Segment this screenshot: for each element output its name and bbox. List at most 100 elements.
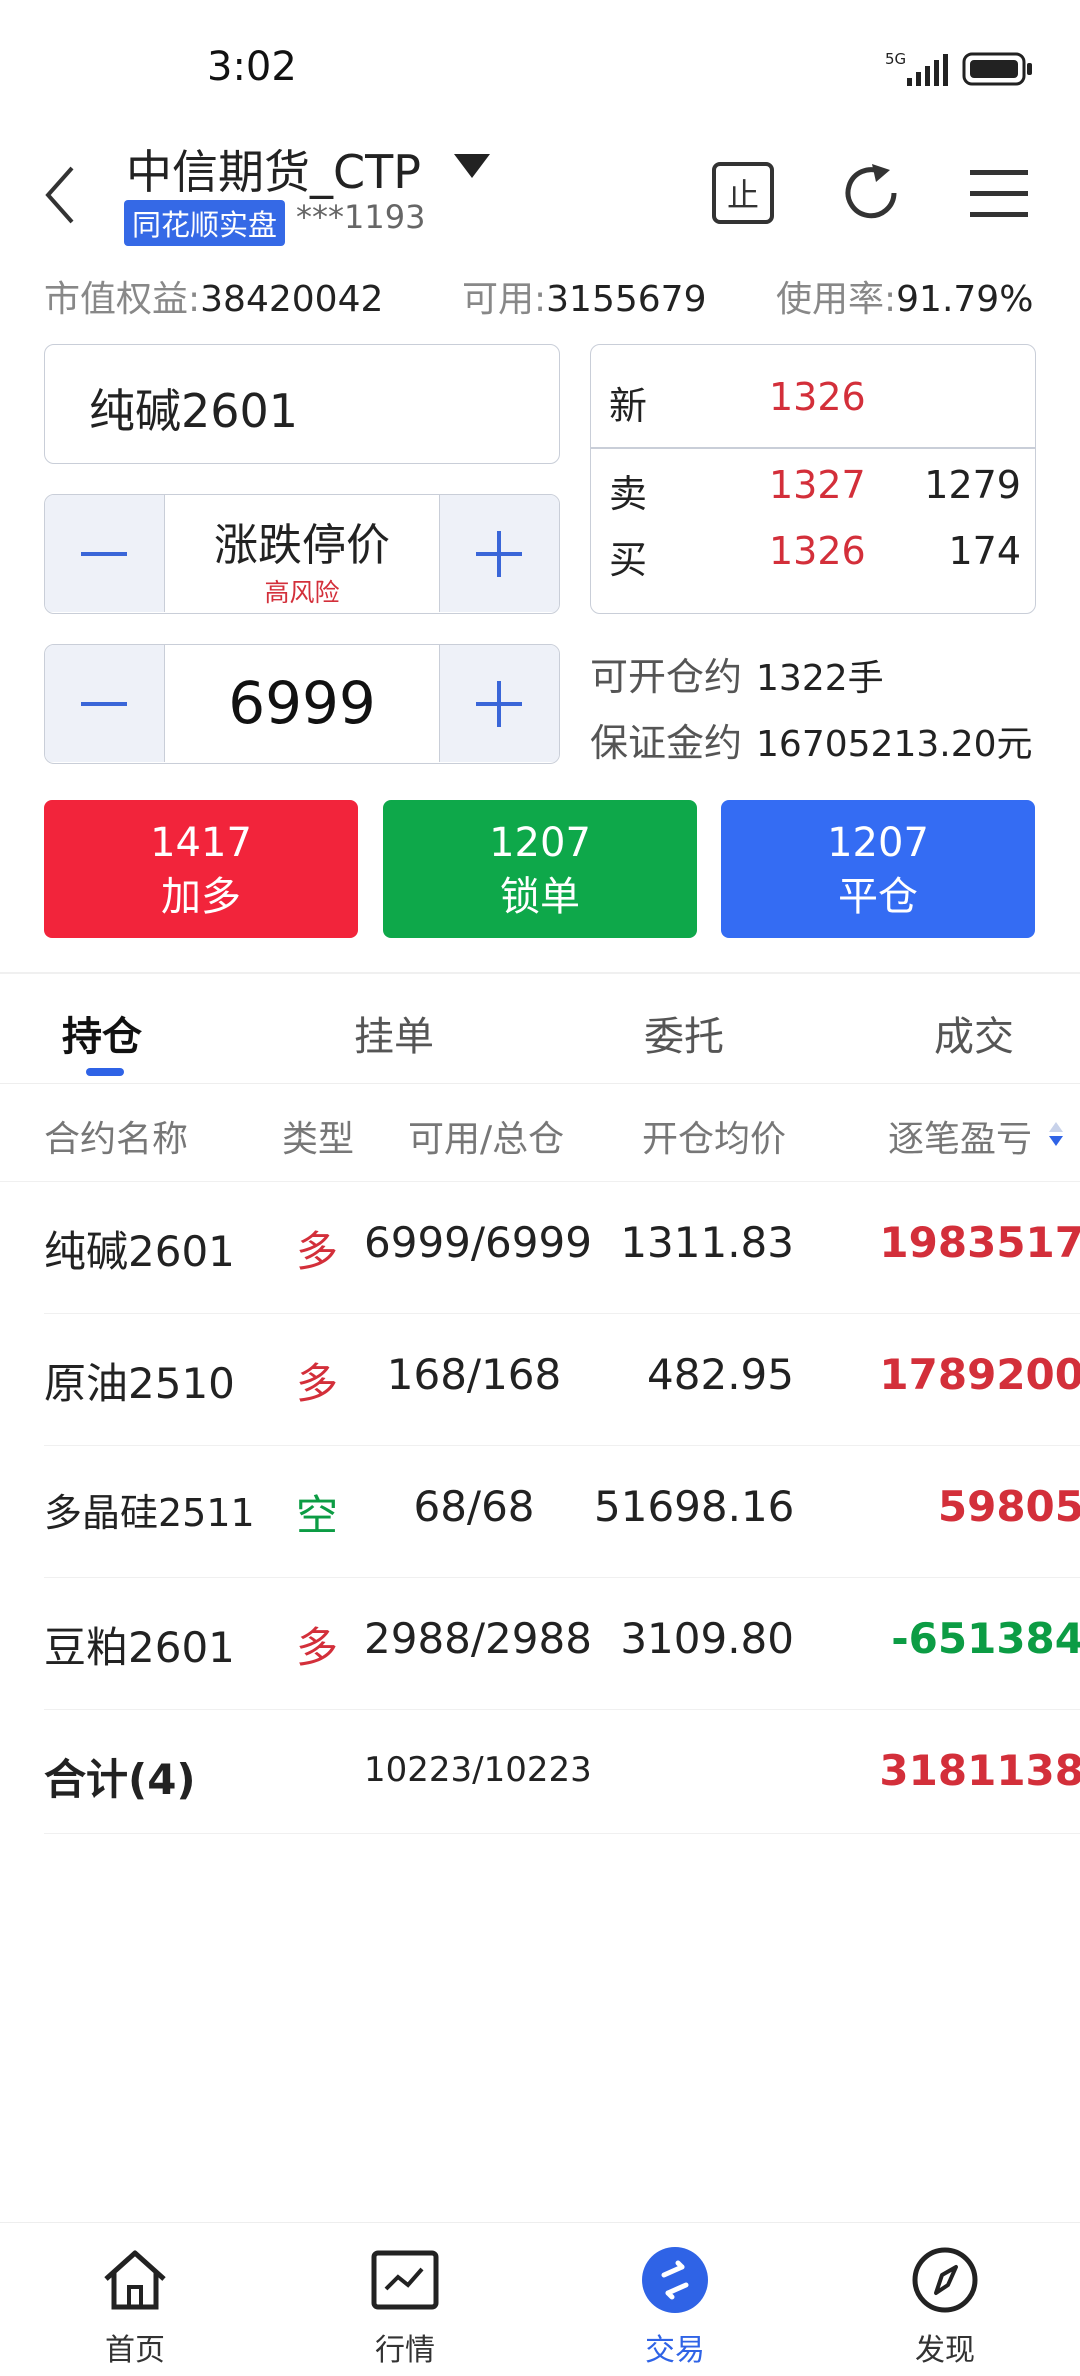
- add-long-count: 1417: [150, 820, 252, 866]
- available-summary: 可用:3155679: [462, 270, 706, 322]
- equity-label: 市值权益:: [44, 279, 201, 320]
- nav-home[interactable]: 首页: [0, 2223, 270, 2376]
- row-type: 多: [296, 1227, 339, 1276]
- table-total-row: 合计(4) 10223/10223 3181138: [44, 1710, 1080, 1834]
- quantity-stepper: 6999: [44, 644, 560, 764]
- chart-icon: [371, 2250, 439, 2310]
- row-type: 空: [296, 1491, 339, 1540]
- openable-label: 可开仓约: [590, 655, 743, 699]
- openable-info: 可开仓约 1322手: [590, 646, 884, 701]
- signal-icon: 5G: [885, 50, 948, 86]
- back-icon[interactable]: [40, 160, 80, 230]
- tab-trades[interactable]: 成交: [934, 1004, 1014, 1062]
- header-type: 类型: [282, 1119, 355, 1160]
- row-pl: 59805: [937, 1482, 1080, 1531]
- nav-trade-label: 交易: [645, 2333, 705, 2368]
- row-contract: 豆粕2601: [44, 1623, 235, 1672]
- account-summary: 市值权益:38420042 可用:3155679 使用率:91.79%: [0, 262, 1080, 324]
- account-name[interactable]: 中信期货_CTP: [126, 136, 421, 202]
- tab-indicator: [86, 1068, 124, 1076]
- row-available: 68/68: [413, 1482, 535, 1531]
- nav-discover[interactable]: 发现: [810, 2223, 1080, 2376]
- sort-icon[interactable]: [1048, 1120, 1064, 1148]
- available-value: 3155679: [546, 279, 707, 320]
- tab-positions[interactable]: 持仓: [62, 1004, 142, 1062]
- row-available: 2988/2988: [364, 1614, 592, 1663]
- stop-glyph: 止: [727, 176, 759, 214]
- bid-price[interactable]: 1326: [769, 529, 866, 573]
- row-available: 6999/6999: [364, 1218, 592, 1267]
- ask-price[interactable]: 1327: [769, 463, 866, 507]
- row-contract: 纯碱2601: [44, 1227, 235, 1276]
- header-contract: 合约名称: [44, 1119, 189, 1160]
- quantity-input[interactable]: 6999: [165, 645, 439, 762]
- row-avg-price: 1311.83: [620, 1218, 794, 1267]
- add-long-button[interactable]: 1417 加多: [44, 800, 358, 938]
- row-type: 多: [296, 1359, 339, 1408]
- table-row[interactable]: 纯碱2601 多 6999/6999 1311.83 1983517: [44, 1182, 1080, 1314]
- price-mode-selector[interactable]: 涨跌停价 高风险: [165, 495, 439, 612]
- quantity-minus-button[interactable]: [45, 645, 165, 762]
- nav-home-label: 首页: [105, 2333, 165, 2368]
- close-position-count: 1207: [827, 820, 929, 866]
- close-position-button[interactable]: 1207 平仓: [721, 800, 1035, 938]
- row-contract: 多晶硅2511: [44, 1491, 255, 1535]
- quote-panel: 新 1326 卖 1327 1279 买 1326 174: [590, 344, 1036, 614]
- table-row[interactable]: 原油2510 多 168/168 482.95 1789200: [44, 1314, 1080, 1446]
- bottom-nav: 首页 行情 交易 发现: [0, 2222, 1080, 2376]
- refresh-icon[interactable]: [836, 158, 906, 228]
- network-label: 5G: [885, 50, 906, 68]
- contract-selector[interactable]: 纯碱2601: [44, 344, 560, 464]
- quantity-value: 6999: [228, 669, 376, 737]
- tab-orders[interactable]: 委托: [644, 1004, 724, 1062]
- lock-button[interactable]: 1207 锁单: [383, 800, 697, 938]
- table-row[interactable]: 豆粕2601 多 2988/2988 3109.80 -651384: [44, 1578, 1080, 1710]
- stop-icon[interactable]: 止: [708, 158, 778, 228]
- nav-discover-label: 发现: [915, 2333, 975, 2368]
- header-available: 可用/总仓: [408, 1119, 565, 1160]
- nav-trade[interactable]: 交易: [540, 2223, 810, 2376]
- nav-market-label: 行情: [375, 2333, 435, 2368]
- status-bar: 3:02 5G: [0, 0, 1080, 130]
- table-row[interactable]: 多晶硅2511 空 68/68 51698.16 59805: [44, 1446, 1080, 1578]
- row-avg-price: 51698.16: [594, 1482, 795, 1531]
- total-pl: 3181138: [879, 1746, 1080, 1795]
- bid-volume: 174: [948, 529, 1021, 573]
- nav-market[interactable]: 行情: [270, 2223, 540, 2376]
- row-avg-price: 3109.80: [620, 1614, 794, 1663]
- add-long-label: 加多: [161, 874, 241, 920]
- quantity-plus-button[interactable]: [439, 645, 559, 762]
- margin-info: 保证金约 16705213.20元: [590, 712, 1033, 767]
- tab-pending[interactable]: 挂单: [354, 1004, 434, 1062]
- ask-volume: 1279: [924, 463, 1021, 507]
- table-header: 合约名称 类型 可用/总仓 开仓均价 逐笔盈亏: [0, 1086, 1080, 1182]
- equity-summary: 市值权益:38420042: [44, 270, 383, 322]
- status-time: 3:02: [207, 44, 297, 90]
- row-type: 多: [296, 1623, 339, 1672]
- header-pl[interactable]: 逐笔盈亏: [888, 1110, 1032, 1162]
- battery-icon: [962, 52, 1032, 86]
- account-badge: 同花顺实盘: [124, 200, 286, 246]
- row-available: 168/168: [386, 1350, 562, 1399]
- header-avg-price: 开仓均价: [642, 1119, 787, 1160]
- close-position-label: 平仓: [838, 874, 918, 920]
- bid-label: 买: [609, 538, 648, 582]
- trade-icon: [642, 2247, 708, 2313]
- last-price[interactable]: 1326: [769, 375, 866, 419]
- ask-label: 卖: [609, 472, 648, 516]
- price-stepper: 涨跌停价 高风险: [44, 494, 560, 614]
- contract-name: 纯碱2601: [89, 384, 299, 438]
- usage-value: 91.79%: [896, 279, 1034, 320]
- account-number: ***1193: [296, 198, 426, 236]
- equity-value: 38420042: [200, 279, 384, 320]
- usage-summary: 使用率:91.79%: [776, 270, 1033, 322]
- row-pl: 1983517: [879, 1218, 1080, 1267]
- row-avg-price: 482.95: [647, 1350, 794, 1399]
- price-plus-button[interactable]: [439, 495, 559, 612]
- usage-label: 使用率:: [776, 279, 897, 320]
- total-label: 合计(4): [44, 1755, 196, 1804]
- dropdown-caret-icon[interactable]: [452, 150, 492, 182]
- price-minus-button[interactable]: [45, 495, 165, 612]
- menu-icon[interactable]: [964, 158, 1034, 228]
- lock-count: 1207: [489, 820, 591, 866]
